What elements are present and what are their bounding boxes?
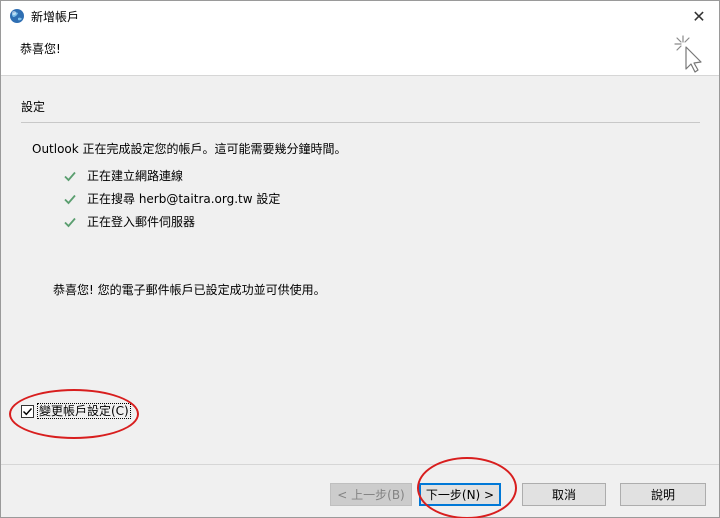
check-icon [64, 171, 76, 181]
step-item: 正在建立網路連線 [63, 164, 280, 187]
title-bar: 新增帳戶 ✕ [1, 1, 719, 31]
step-item: 正在登入郵件伺服器 [63, 210, 280, 233]
outlook-globe-icon [10, 9, 24, 23]
back-button[interactable]: < 上一步(B) [330, 483, 412, 506]
close-button[interactable]: ✕ [679, 1, 719, 31]
window-title: 新增帳戶 [31, 10, 80, 24]
change-settings-checkbox[interactable]: 變更帳戶設定(C) [21, 403, 131, 419]
wizard-cursor-icon [674, 35, 702, 73]
check-icon [64, 194, 76, 204]
cancel-button[interactable]: 取消 [522, 483, 606, 506]
checkbox-box[interactable] [21, 404, 34, 418]
step-text: 正在登入郵件伺服器 [87, 215, 196, 229]
next-button[interactable]: 下一步(N) > [419, 483, 501, 506]
step-text: 正在搜尋 herb@taitra.org.tw 設定 [87, 192, 281, 206]
change-settings-label[interactable]: 變更帳戶設定(C) [37, 403, 131, 419]
step-item: 正在搜尋 herb@taitra.org.tw 設定 [63, 187, 280, 210]
wizard-header: 恭喜您! [1, 31, 719, 76]
check-icon [64, 217, 76, 227]
progress-steps: 正在建立網路連線 正在搜尋 herb@taitra.org.tw 設定 正在登入… [63, 164, 280, 233]
header-title: 恭喜您! [20, 42, 61, 56]
help-button[interactable]: 說明 [620, 483, 706, 506]
checkmark-icon [23, 407, 33, 415]
section-divider [21, 122, 700, 123]
add-account-dialog: 新增帳戶 ✕ 恭喜您! 設定 Outlook 正在完成設定您的帳戶。這可能需要幾… [0, 0, 720, 518]
intro-text: Outlook 正在完成設定您的帳戶。這可能需要幾分鐘時間。 [32, 142, 347, 156]
step-text: 正在建立網路連線 [87, 169, 184, 183]
footer-divider [1, 464, 719, 465]
success-message: 恭喜您! 您的電子郵件帳戶已設定成功並可供使用。 [53, 283, 326, 297]
close-icon: ✕ [692, 6, 706, 26]
section-title: 設定 [21, 100, 46, 114]
